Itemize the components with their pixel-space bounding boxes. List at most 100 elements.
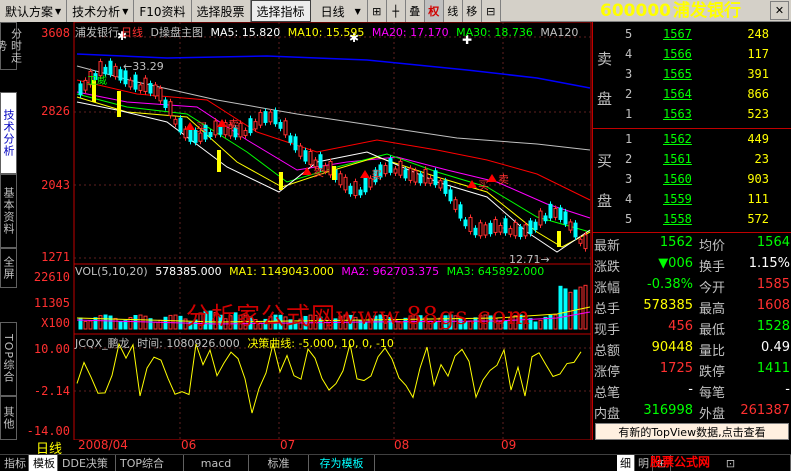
level: 2 <box>625 87 633 101</box>
ind-tick: -14.00 <box>26 424 70 438</box>
date-label: 09 <box>501 438 517 452</box>
buy-row[interactable]: 1 1562 449 <box>593 130 791 149</box>
f10-label: F10资料 <box>139 4 186 19</box>
indicator-curve <box>76 342 582 414</box>
volume-bar <box>173 314 178 330</box>
analysis-dropdown[interactable]: 技术分析 ▼ <box>67 0 135 22</box>
line-button[interactable]: 线 <box>443 0 463 22</box>
stat-label: 内盘 <box>594 407 621 422</box>
site-watermark: 股票公式网www.88gs.com <box>650 455 752 471</box>
tab-technical[interactable]: 技术分析 <box>0 92 17 174</box>
sell-row[interactable]: 1 1563 523 <box>593 105 791 124</box>
tab-basic-info[interactable]: 基本资料 <box>0 174 17 248</box>
price: 1560 <box>663 172 692 186</box>
buy-row[interactable]: 2 1561 23 <box>593 150 791 169</box>
vol-ma1: MA1: 1149043.000 <box>229 265 334 278</box>
header-template: D操盘主图 <box>150 26 203 39</box>
candle-body <box>563 211 568 225</box>
sell-row[interactable]: 2 1564 866 <box>593 85 791 104</box>
stat-label: 均价 <box>699 239 726 254</box>
tab-top-composite[interactable]: TOP综合 <box>0 322 17 396</box>
stat-value: 1411 <box>756 361 790 376</box>
tab-timeshare[interactable]: 分时走势 <box>0 22 23 70</box>
sell-row[interactable]: 5 1567 248 <box>593 25 791 44</box>
stat-value: 1562 <box>659 235 693 250</box>
signal-label: 买 <box>196 121 207 134</box>
candle-body <box>198 132 203 142</box>
volume: 117 <box>747 47 769 61</box>
stat-value: 1528 <box>756 319 790 334</box>
sell-row[interactable]: 3 1565 391 <box>593 65 791 84</box>
ma10-label: MA10: 15.595 <box>287 26 365 39</box>
tab-top[interactable]: TOP综合 <box>116 455 184 471</box>
stat-value: 261387 <box>740 403 790 418</box>
tab-macd[interactable]: macd <box>184 455 249 471</box>
volume-bar <box>108 315 113 330</box>
price-tick: 2043 <box>41 178 70 192</box>
select-stock-button[interactable]: 选择股票 <box>191 0 251 22</box>
signal-candle <box>279 172 283 190</box>
volume: 248 <box>747 27 769 41</box>
volume-bar <box>143 315 148 330</box>
tab-indicator[interactable]: 指标 <box>0 455 29 471</box>
signal-candle <box>557 231 561 247</box>
level: 5 <box>625 27 633 41</box>
buy-row[interactable]: 3 1560 903 <box>593 170 791 189</box>
layout-icon[interactable]: ⊞ <box>367 0 387 22</box>
window-icon[interactable]: ⊟ <box>481 0 501 22</box>
signal-candle <box>117 91 121 117</box>
candle-body <box>238 122 243 138</box>
candle-body <box>353 181 358 196</box>
f10-button[interactable]: F10资料 <box>134 0 192 22</box>
quote-panel: 卖 盘 5 1567 248 4 1566 117 3 1565 391 2 1564 866 1 156… <box>592 22 791 440</box>
crosshair-icon[interactable]: ┼ <box>386 0 406 22</box>
price: 1559 <box>663 192 692 206</box>
overlay-button[interactable]: 叠 <box>405 0 425 22</box>
stat-label: 今开 <box>699 281 726 296</box>
stat-value: 0.49 <box>761 340 790 355</box>
candle-body <box>508 228 513 235</box>
candle-body <box>423 168 428 184</box>
candle-body <box>78 83 83 96</box>
volume: 23 <box>754 152 769 166</box>
tab-dde[interactable]: DDE决策 <box>58 455 116 471</box>
move-button[interactable]: 移 <box>462 0 482 22</box>
candle-body <box>413 170 418 183</box>
rights-button[interactable]: 权 <box>424 0 444 22</box>
save-template-button[interactable]: 存为模板 <box>309 455 375 471</box>
chart-area[interactable]: 买卖买买卖卖 ✱ ✱ ✚ 浦发银行 日线 D操盘主图 MA5: 15.820 MA10:… <box>17 22 592 440</box>
volume-bar <box>83 320 88 330</box>
candle-body <box>208 131 213 138</box>
candle-body <box>148 83 153 94</box>
candle-body <box>548 203 553 219</box>
tab-other[interactable]: 其他 <box>0 396 17 440</box>
select-indicator-button[interactable]: 选择指标 <box>250 0 311 22</box>
topview-button[interactable]: 有新的TopView数据,点击查看 <box>595 423 789 440</box>
stat-value: 1725 <box>659 361 693 376</box>
buy-row[interactable]: 4 1559 111 <box>593 190 791 209</box>
candle-body <box>463 219 468 227</box>
stat-value: - <box>688 382 693 397</box>
period-dropdown[interactable]: 日线 ▼ <box>310 0 368 22</box>
vol-value: 578385.000 <box>155 265 222 278</box>
stat-label: 涨幅 <box>594 281 621 296</box>
price: 1561 <box>663 152 692 166</box>
candle-body <box>503 218 508 234</box>
price-tick: 1271 <box>41 250 70 264</box>
candle-body <box>178 117 183 133</box>
scheme-dropdown[interactable]: 默认方案 ▼ <box>0 0 68 22</box>
sell-row[interactable]: 4 1566 117 <box>593 45 791 64</box>
candle-body <box>143 77 148 92</box>
candle-body <box>438 180 443 189</box>
tab-standard[interactable]: 标准 <box>249 455 309 471</box>
tab-template[interactable]: 模板 <box>29 455 58 471</box>
buy-row[interactable]: 5 1558 572 <box>593 210 791 229</box>
tab-fullscreen[interactable]: 全屏 <box>0 248 17 288</box>
candle-body <box>433 170 438 186</box>
detail-button[interactable]: 细 <box>617 455 635 471</box>
candle-body <box>153 84 158 97</box>
candle-body <box>113 65 118 78</box>
close-icon[interactable]: ✕ <box>770 1 789 20</box>
candle-body <box>538 210 543 226</box>
candle-body <box>533 221 538 231</box>
